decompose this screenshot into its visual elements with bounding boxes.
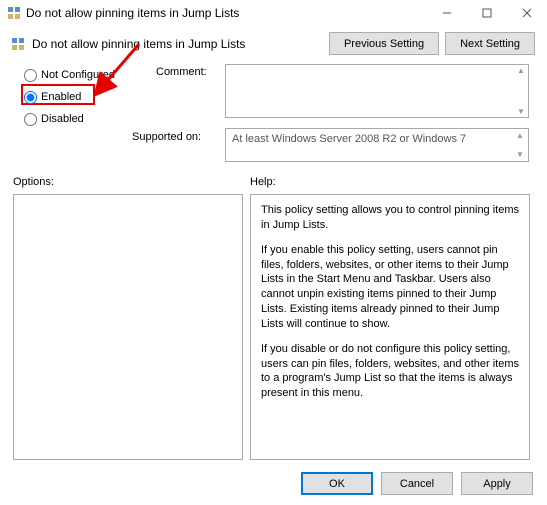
- window-title: Do not allow pinning items in Jump Lists: [26, 6, 239, 20]
- scroll-down-icon: ▼: [517, 107, 525, 116]
- radio-enabled-input[interactable]: [24, 91, 37, 104]
- scroll-down-icon: ▼: [516, 150, 524, 159]
- close-button[interactable]: [507, 0, 547, 26]
- window-controls: [427, 0, 547, 26]
- supported-on-box: At least Windows Server 2008 R2 or Windo…: [225, 128, 529, 162]
- maximize-button[interactable]: [467, 0, 507, 26]
- help-label: Help:: [250, 176, 276, 188]
- supported-scrollbar[interactable]: ▲ ▼: [512, 129, 528, 161]
- header-row: Do not allow pinning items in Jump Lists…: [0, 26, 547, 59]
- scroll-up-icon: ▲: [516, 131, 524, 140]
- radio-enabled-label: Enabled: [41, 91, 81, 103]
- comment-textarea[interactable]: [225, 64, 529, 118]
- apply-button[interactable]: Apply: [461, 472, 533, 495]
- supported-on-text: At least Windows Server 2008 R2 or Windo…: [232, 133, 466, 145]
- comment-label: Comment:: [156, 66, 207, 78]
- options-label: Options:: [13, 176, 54, 188]
- radio-disabled-input[interactable]: [24, 113, 37, 126]
- radio-disabled[interactable]: Disabled: [24, 108, 115, 130]
- titlebar: Do not allow pinning items in Jump Lists: [0, 0, 547, 26]
- comment-scrollbar[interactable]: ▲ ▼: [513, 64, 529, 118]
- next-setting-button[interactable]: Next Setting: [445, 32, 535, 55]
- minimize-button[interactable]: [427, 0, 467, 26]
- options-panel: [13, 194, 243, 460]
- scroll-up-icon: ▲: [517, 66, 525, 75]
- previous-setting-button[interactable]: Previous Setting: [329, 32, 439, 55]
- ok-button[interactable]: OK: [301, 472, 373, 495]
- help-paragraph: This policy setting allows you to contro…: [261, 203, 519, 233]
- policy-icon: [10, 36, 26, 52]
- radio-not-configured-input[interactable]: [24, 69, 37, 82]
- cancel-button[interactable]: Cancel: [381, 472, 453, 495]
- help-paragraph: If you enable this policy setting, users…: [261, 243, 519, 332]
- supported-on-label: Supported on:: [132, 131, 201, 143]
- radio-disabled-label: Disabled: [41, 113, 84, 125]
- app-icon: [6, 5, 22, 21]
- help-paragraph: If you disable or do not configure this …: [261, 342, 519, 401]
- help-panel: This policy setting allows you to contro…: [250, 194, 530, 460]
- dialog-buttons: OK Cancel Apply: [301, 472, 533, 495]
- annotation-arrow-icon: [95, 40, 145, 96]
